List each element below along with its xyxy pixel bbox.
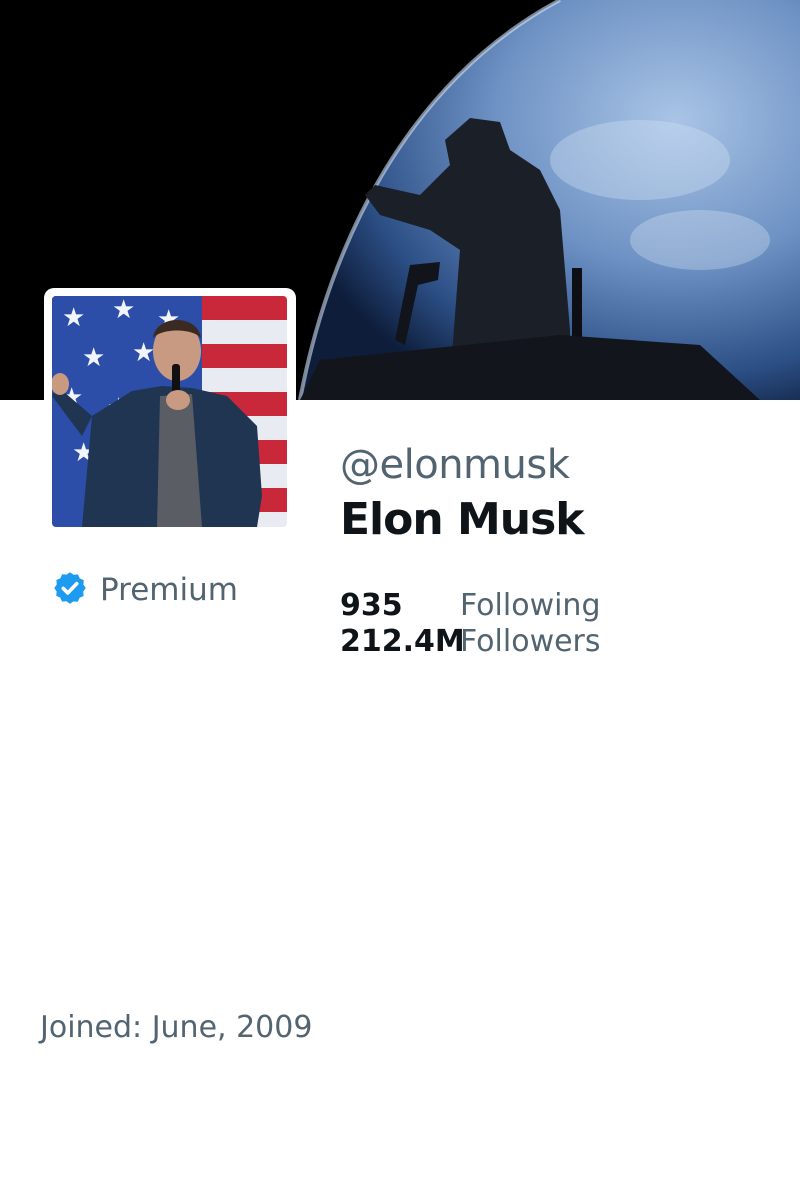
following-count[interactable]: 935 [340,588,460,624]
svg-text:★: ★ [112,296,135,325]
followers-count[interactable]: 212.4M [340,624,465,660]
following-label[interactable]: Following [460,588,601,624]
avatar-frame: ★★★ ★★ ★★ ★★ [44,288,296,534]
profile-display-name: Elon Musk [340,494,585,545]
svg-text:★: ★ [62,303,85,333]
premium-badge[interactable]: Premium [52,570,238,610]
profile-stats: 935 Following 212.4M Followers [340,588,601,660]
avatar-image: ★★★ ★★ ★★ ★★ [52,296,287,527]
profile-handle: @elonmusk [340,442,570,488]
followers-label[interactable]: Followers [460,624,601,660]
joined-date: Joined: June, 2009 [40,1010,313,1045]
svg-text:★: ★ [82,343,105,373]
premium-label: Premium [100,572,238,608]
verified-badge-icon [52,570,88,610]
svg-text:★: ★ [132,338,155,368]
avatar[interactable]: ★★★ ★★ ★★ ★★ [52,296,287,527]
